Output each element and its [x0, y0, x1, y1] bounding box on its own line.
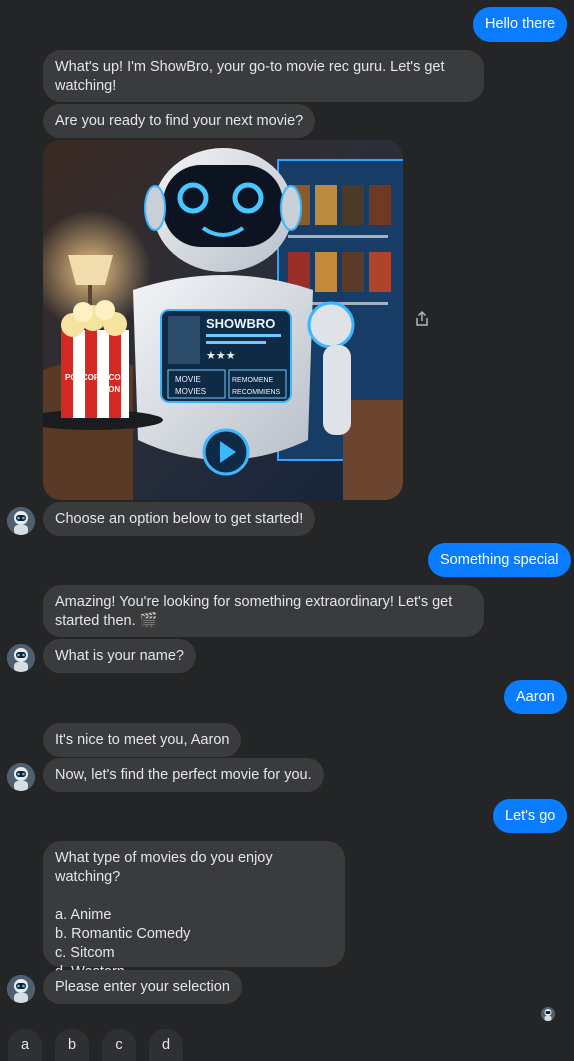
screen-title: SHOWBRO [206, 316, 275, 331]
bot-message-find: Now, let's find the perfect movie for yo… [43, 758, 324, 792]
robot-avatar[interactable] [7, 763, 35, 791]
quick-reply-c[interactable]: c [102, 1029, 136, 1061]
quick-reply-b[interactable]: b [55, 1029, 89, 1061]
user-message-hello: Hello there [473, 7, 568, 42]
screen-left-2: MOVIES [175, 387, 206, 396]
bot-message-intro: What's up! I'm ShowBro, your go-to movie… [43, 50, 484, 102]
option-sitcom: c. Sitcom [55, 945, 115, 961]
bot-message-ready: Are you ready to find your next movie? [43, 104, 316, 138]
screen-left-1: MOVIE [175, 375, 201, 384]
popcorn-label-3: PRON [97, 385, 120, 394]
bot-message-enter-selection: Please enter your selection [43, 970, 242, 1004]
quick-reply-a[interactable]: a [8, 1029, 42, 1061]
option-romantic-comedy: b. Romantic Comedy [55, 926, 191, 942]
showbro-robot-image[interactable]: SHOWBRO ★★★ MOVIE MOVIES REMOMENE RECOMM… [43, 140, 403, 500]
option-anime: a. Anime [55, 907, 112, 923]
svg-text:★★★: ★★★ [206, 349, 236, 362]
share-icon[interactable] [413, 310, 431, 328]
robot-avatar[interactable] [7, 644, 35, 672]
bot-message-nice: It's nice to meet you, Aaron [43, 723, 242, 757]
screen-right-1: REMOMENE [232, 377, 274, 384]
screen-right-2: RECOMMIENS [232, 389, 281, 396]
bot-message-movie-types: What type of movies do you enjoy watchin… [43, 841, 345, 980]
bot-message-amazing: Amazing! You're looking for something ex… [43, 585, 484, 637]
quick-reply-d[interactable]: d [149, 1029, 183, 1061]
bot-message-name-question: What is your name? [43, 639, 196, 673]
user-message-name: Aaron [504, 680, 567, 714]
robot-avatar[interactable] [7, 975, 35, 1003]
user-message-letsgo: Let's go [493, 799, 568, 833]
user-message-special: Something special [428, 543, 571, 577]
popcorn-label-2: POCON [97, 373, 127, 382]
robot-illustration: SHOWBRO ★★★ MOVIE MOVIES REMOMENE RECOMM… [43, 140, 403, 500]
movie-types-question: What type of movies do you enjoy watchin… [55, 850, 273, 885]
seen-avatar [541, 1007, 555, 1021]
robot-avatar[interactable] [7, 507, 35, 535]
bot-message-choose: Choose an option below to get started! [43, 502, 316, 536]
